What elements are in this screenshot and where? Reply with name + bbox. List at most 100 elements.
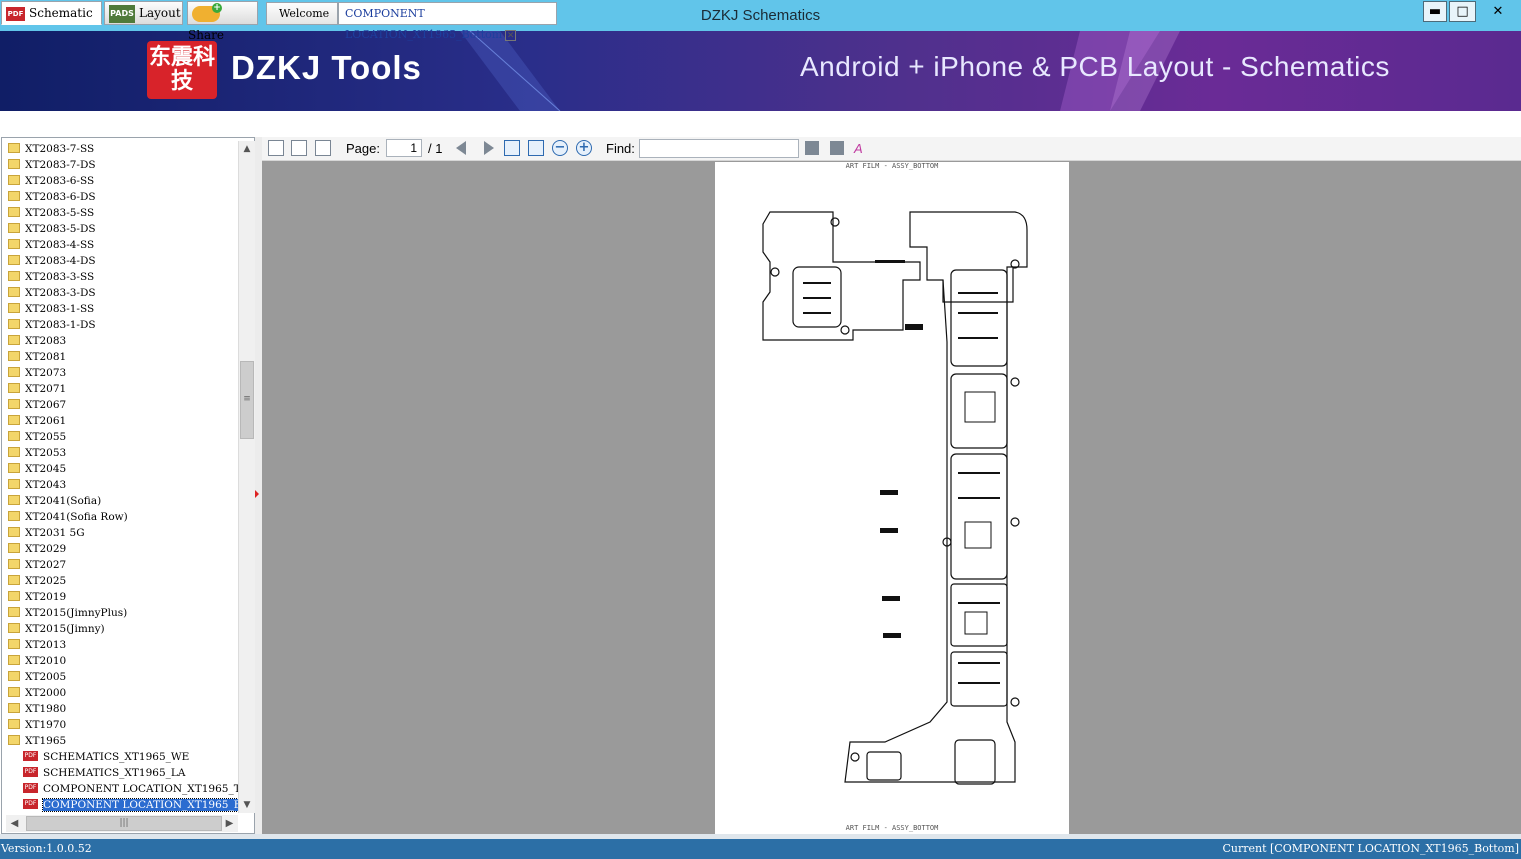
tree-folder-item[interactable]: XT2045 xyxy=(6,461,238,477)
tree-vertical-scrollbar[interactable]: ▲ ≡ ▼ xyxy=(238,141,255,813)
tree-folder-item[interactable]: XT2083-6-DS xyxy=(6,189,238,205)
find-next-icon[interactable] xyxy=(830,141,844,155)
tab-share[interactable]: + Share xyxy=(187,1,258,42)
tree-folder-item[interactable]: XT2043 xyxy=(6,477,238,493)
tree-folder-item[interactable]: XT2041(Sofia) xyxy=(6,493,238,509)
minimize-button[interactable]: ▬ xyxy=(1423,1,1447,22)
tree-item-label: COMPONENT LOCATION_XT1965_Bottom xyxy=(41,798,238,812)
folder-icon xyxy=(8,415,20,425)
folder-icon xyxy=(8,479,20,489)
folder-icon xyxy=(8,639,20,649)
tree-folder-item[interactable]: XT2083-4-SS xyxy=(6,237,238,253)
tree-folder-item[interactable]: XT2041(Sofia Row) xyxy=(6,509,238,525)
tree-folder-item[interactable]: XT2083-3-DS xyxy=(6,285,238,301)
version-label: Version:1.0.0.52 xyxy=(1,842,92,855)
tree-folder-item[interactable]: XT2083-7-SS xyxy=(6,141,238,157)
close-button[interactable]: ✕ xyxy=(1476,1,1520,22)
find-previous-icon[interactable] xyxy=(805,141,819,155)
doc-tab-welcome[interactable]: Welcome xyxy=(266,2,338,25)
fit-page-icon[interactable] xyxy=(528,140,544,156)
fit-width-icon[interactable] xyxy=(504,140,520,156)
page-total: / 1 xyxy=(428,141,443,156)
folder-icon xyxy=(8,255,20,265)
tree-item-label: XT2005 xyxy=(25,671,67,683)
tree-folder-item[interactable]: XT2073 xyxy=(6,365,238,381)
tree-folder-item[interactable]: XT2083-1-DS xyxy=(6,317,238,333)
tree-folder-item[interactable]: XT2083-7-DS xyxy=(6,157,238,173)
tree-folder-item[interactable]: XT1980 xyxy=(6,701,238,717)
tab-schematic-label: Schematic xyxy=(29,6,93,20)
document-viewer[interactable]: ART FILM - ASSY_BOTTOM ART FILM - ASSY_B… xyxy=(262,161,1521,834)
tree-item-label: XT2083-1-DS xyxy=(25,319,96,331)
previous-page-icon[interactable] xyxy=(456,141,466,155)
tree-folder-item[interactable]: XT2083-5-DS xyxy=(6,221,238,237)
maximize-button[interactable]: □ xyxy=(1449,1,1476,22)
tree-folder-item[interactable]: XT2031 5G xyxy=(6,525,238,541)
tree-item-label: XT2043 xyxy=(25,479,67,491)
tree-folder-item[interactable]: XT2013 xyxy=(6,637,238,653)
folder-icon xyxy=(8,495,20,505)
tree-folder-item[interactable]: XT2071 xyxy=(6,381,238,397)
tree-file-item[interactable]: PDFCOMPONENT LOCATION_XT1965_Bottom xyxy=(6,797,238,813)
zoom-in-icon[interactable]: + xyxy=(576,140,592,156)
scroll-thumb[interactable]: ≡ xyxy=(240,361,254,439)
tab-close-icon[interactable]: ✕ xyxy=(505,29,517,41)
tree-folder-item[interactable]: XT2083-4-DS xyxy=(6,253,238,269)
tree-folder-item[interactable]: XT2015(JimnyPlus) xyxy=(6,605,238,621)
tree-folder-item[interactable]: XT2010 xyxy=(6,653,238,669)
tree-folder-item[interactable]: XT2061 xyxy=(6,413,238,429)
tree-folder-item[interactable]: XT2067 xyxy=(6,397,238,413)
page-number-input[interactable]: 1 xyxy=(386,139,422,157)
tab-schematic[interactable]: PDF Schematic xyxy=(1,1,102,25)
file-tree[interactable]: XT2083-7-SS XT2083-7-DS XT2083-6-SS XT2083-… xyxy=(6,141,238,813)
tree-folder-item[interactable]: XT2029 xyxy=(6,541,238,557)
doc-tab-label: COMPONENT LOCATION_XT1965_Bottom xyxy=(345,7,503,41)
single-page-icon[interactable] xyxy=(291,140,307,156)
tree-item-label: XT2041(Sofia) xyxy=(25,495,102,507)
tree-folder-item[interactable]: XT2083 xyxy=(6,333,238,349)
next-page-icon[interactable] xyxy=(484,141,494,155)
scroll-right-icon[interactable]: ▶ xyxy=(221,815,238,832)
double-page-icon[interactable] xyxy=(315,140,331,156)
scroll-left-icon[interactable]: ◀ xyxy=(6,815,23,832)
tree-folder-item[interactable]: XT2019 xyxy=(6,589,238,605)
tree-folder-item[interactable]: XT2005 xyxy=(6,669,238,685)
tree-folder-item[interactable]: XT2083-5-SS xyxy=(6,205,238,221)
tree-item-label: XT2083-3-SS xyxy=(25,271,95,283)
tree-horizontal-scrollbar[interactable]: ◀ ||| ▶ xyxy=(6,815,238,832)
tree-folder-item[interactable]: XT2083-1-SS xyxy=(6,301,238,317)
tree-item-label: XT1970 xyxy=(25,719,67,731)
folder-icon xyxy=(8,399,20,409)
scroll-down-icon[interactable]: ▼ xyxy=(239,797,255,813)
tree-folder-item[interactable]: XT2027 xyxy=(6,557,238,573)
tree-folder-item[interactable]: XT2081 xyxy=(6,349,238,365)
tree-item-label: XT2083-7-DS xyxy=(25,159,96,171)
folder-icon xyxy=(8,207,20,217)
scroll-thumb-horizontal[interactable]: ||| xyxy=(26,816,222,831)
tree-folder-item[interactable]: XT2000 xyxy=(6,685,238,701)
tree-file-item[interactable]: PDF COMPONENT LOCATION_XT1965_Top xyxy=(6,781,238,797)
tree-file-item[interactable]: PDF SCHEMATICS_XT1965_WE xyxy=(6,749,238,765)
tree-item-label: XT2031 5G xyxy=(25,527,85,539)
tree-folder-item[interactable]: XT2025 xyxy=(6,573,238,589)
doc-tab-component-location[interactable]: COMPONENT LOCATION_XT1965_Bottom ✕ xyxy=(338,2,557,41)
highlight-text-icon[interactable]: A xyxy=(854,140,863,157)
tree-folder-item[interactable]: XT2015(Jimny) xyxy=(6,621,238,637)
zoom-out-icon[interactable]: − xyxy=(552,140,568,156)
pdf-file-icon: PDF xyxy=(23,799,38,809)
tree-folder-item[interactable]: XT1970 xyxy=(6,717,238,733)
tab-layout[interactable]: PADS Layout xyxy=(104,1,183,25)
collapse-arrow-icon[interactable] xyxy=(255,490,259,498)
panel-splitter[interactable] xyxy=(255,137,262,834)
tree-folder-item[interactable]: XT2053 xyxy=(6,445,238,461)
tree-item-label: XT2027 xyxy=(25,559,67,571)
tree-folder-item[interactable]: XT2083-6-SS xyxy=(6,173,238,189)
tree-folder-item[interactable]: XT2055 xyxy=(6,429,238,445)
find-input[interactable] xyxy=(639,139,799,158)
tree-file-item[interactable]: PDF SCHEMATICS_XT1965_LA xyxy=(6,765,238,781)
copy-page-icon[interactable] xyxy=(268,140,284,156)
tree-folder-item[interactable]: XT2083-3-SS xyxy=(6,269,238,285)
scroll-up-icon[interactable]: ▲ xyxy=(239,141,255,157)
company-logo: 东震科技 xyxy=(147,41,217,99)
tree-folder-item[interactable]: XT1965 xyxy=(6,733,238,749)
